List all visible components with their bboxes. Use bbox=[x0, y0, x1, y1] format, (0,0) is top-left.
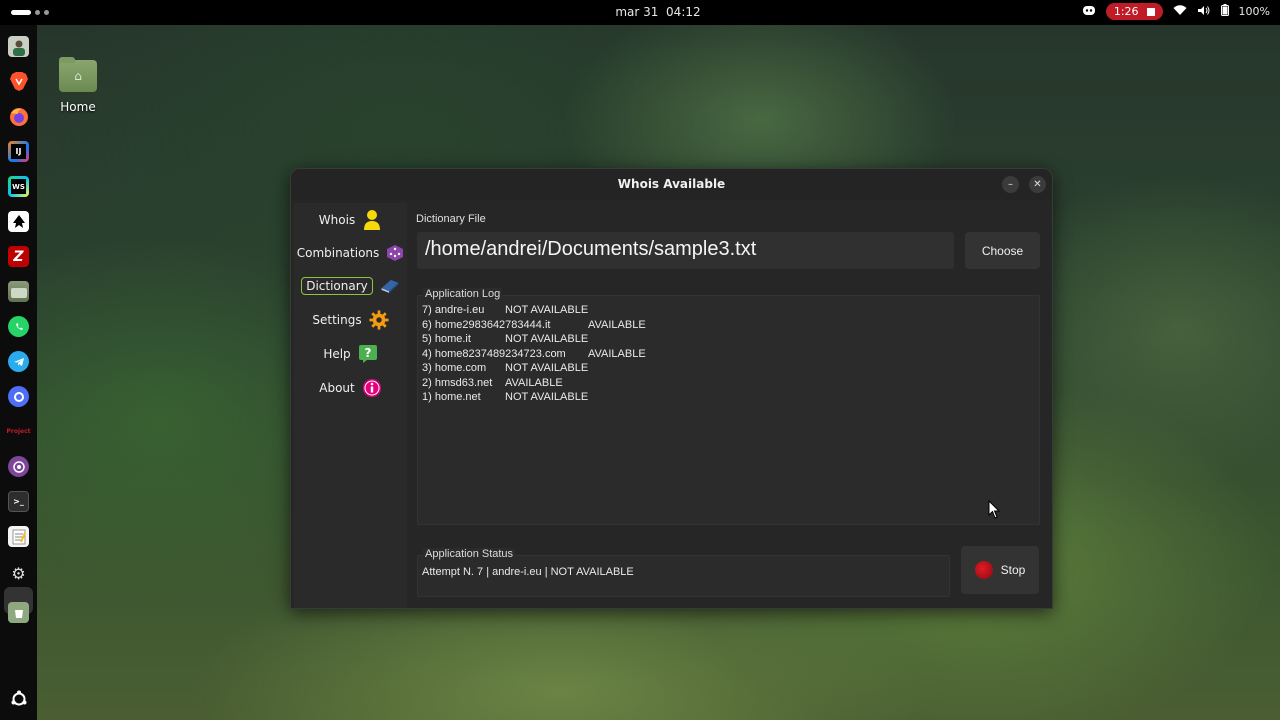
dictionary-file-path: /home/andrei/Documents/sample3.txt bbox=[417, 232, 954, 269]
system-tray[interactable]: 1:26 100% bbox=[1082, 3, 1270, 20]
battery-percent: 100% bbox=[1238, 5, 1270, 18]
trash-icon[interactable] bbox=[8, 602, 29, 623]
application-status-text: Attempt N. 7 | andre-i.eu | NOT AVAILABL… bbox=[422, 566, 634, 578]
window-title: Whois Available bbox=[617, 177, 726, 191]
log-status: NOT AVAILABLE bbox=[505, 333, 589, 345]
log-line: 4) home8237489234723.com AVAILABLE bbox=[422, 348, 646, 363]
sidebar-item-about[interactable]: About bbox=[297, 374, 404, 402]
text-editor-icon[interactable] bbox=[8, 526, 29, 547]
sidebar-item-combinations[interactable]: Combinations bbox=[297, 239, 404, 267]
tor-browser-icon[interactable] bbox=[8, 456, 29, 477]
files-icon[interactable] bbox=[8, 281, 29, 302]
chat-app-icon[interactable] bbox=[8, 386, 29, 407]
log-line: 1) home.net NOT AVAILABLE bbox=[422, 391, 646, 406]
sidebar-item-label: Combinations bbox=[296, 246, 380, 260]
intellij-idea-icon[interactable]: IJ bbox=[8, 141, 29, 162]
telegram-icon[interactable] bbox=[8, 351, 29, 372]
book-icon bbox=[380, 276, 400, 296]
sidebar-item-label: Help bbox=[323, 347, 351, 361]
dictionary-file-label: Dictionary File bbox=[416, 213, 486, 225]
dice-icon bbox=[386, 243, 404, 263]
sidebar-item-label: Whois bbox=[318, 213, 356, 227]
dictionary-panel: Dictionary File /home/andrei/Documents/s… bbox=[410, 203, 1051, 608]
gear-icon bbox=[369, 310, 389, 330]
log-line: 3) home.com NOT AVAILABLE bbox=[422, 362, 646, 377]
sidebar-item-label: About bbox=[319, 381, 355, 395]
choose-button[interactable]: Choose bbox=[965, 232, 1040, 269]
log-domain: 6) home2983642783444.it bbox=[422, 318, 551, 331]
wifi-icon bbox=[1173, 4, 1187, 19]
sidebar-item-help[interactable]: Help ? bbox=[297, 340, 404, 368]
log-line: 2) hmsd63.net AVAILABLE bbox=[422, 377, 646, 392]
dock: IJ WS Z Project >_ ⚙ bbox=[0, 25, 37, 720]
folder-icon: ⌂ bbox=[59, 57, 97, 92]
stop-recording-icon bbox=[1146, 7, 1155, 16]
show-apps-icon[interactable] bbox=[8, 688, 29, 709]
sidebar: Whois Combinations Dictionary Settings H… bbox=[294, 203, 407, 608]
log-domain: 5) home.it bbox=[422, 333, 471, 345]
desktop-home-label: Home bbox=[60, 100, 96, 114]
log-line: 7) andre-i.eu NOT AVAILABLE bbox=[422, 304, 646, 319]
mouse-cursor-icon bbox=[988, 499, 1002, 524]
log-status: NOT AVAILABLE bbox=[505, 304, 589, 316]
log-domain: 2) hmsd63.net bbox=[422, 376, 493, 389]
desktop-home-folder[interactable]: ⌂ Home bbox=[56, 57, 100, 114]
log-status: AVAILABLE bbox=[588, 347, 646, 360]
help-icon: ? bbox=[358, 344, 378, 364]
sidebar-item-dictionary[interactable]: Dictionary bbox=[297, 272, 404, 300]
application-log[interactable]: Application Log 7) andre-i.eu NOT AVAILAB… bbox=[417, 288, 1040, 525]
close-button[interactable]: ✕ bbox=[1029, 176, 1046, 193]
whois-window: Whois Available – ✕ Whois Combinations D… bbox=[290, 168, 1053, 609]
person-icon bbox=[362, 210, 382, 230]
log-status: NOT AVAILABLE bbox=[505, 391, 589, 403]
project-app-label: Project bbox=[6, 428, 31, 435]
log-line: 6) home2983642783444.it AVAILABLE bbox=[422, 319, 646, 334]
clock-time: 04:12 bbox=[666, 5, 701, 19]
webstorm-icon[interactable]: WS bbox=[8, 176, 29, 197]
clock-date: mar 31 bbox=[615, 5, 659, 19]
settings-icon[interactable]: ⚙ bbox=[8, 563, 29, 584]
stop-button[interactable]: Stop bbox=[961, 546, 1039, 594]
avatar-app-icon[interactable] bbox=[8, 36, 29, 57]
log-domain: 1) home.net bbox=[422, 391, 481, 403]
log-domain: 3) home.com bbox=[422, 362, 487, 374]
application-status: Application Status Attempt N. 7 | andre-… bbox=[417, 548, 950, 597]
home-icon: ⌂ bbox=[74, 69, 82, 83]
top-bar: mar 31 04:12 1:26 100% bbox=[0, 0, 1280, 25]
log-line: 5) home.it NOT AVAILABLE bbox=[422, 333, 646, 348]
whatsapp-icon[interactable] bbox=[8, 316, 29, 337]
recording-time: 1:26 bbox=[1113, 5, 1139, 18]
brave-browser-icon[interactable] bbox=[8, 71, 29, 92]
info-icon bbox=[362, 378, 382, 398]
log-status: AVAILABLE bbox=[505, 376, 563, 389]
log-domain: 4) home8237489234723.com bbox=[422, 347, 566, 360]
window-titlebar[interactable]: Whois Available – ✕ bbox=[291, 169, 1052, 200]
sidebar-item-whois[interactable]: Whois bbox=[297, 206, 404, 234]
svg-text:?: ? bbox=[364, 346, 371, 360]
filezilla-icon[interactable]: Z bbox=[8, 246, 29, 267]
application-log-title: Application Log bbox=[423, 288, 503, 300]
firefox-icon[interactable] bbox=[8, 106, 29, 127]
volume-icon bbox=[1197, 5, 1211, 19]
inkscape-icon[interactable] bbox=[8, 211, 29, 232]
stop-icon bbox=[974, 561, 993, 579]
log-lines: 7) andre-i.eu NOT AVAILABLE 6) home298364… bbox=[422, 304, 646, 406]
battery-icon bbox=[1220, 4, 1229, 19]
log-status: AVAILABLE bbox=[588, 318, 646, 331]
stop-button-label: Stop bbox=[1000, 563, 1026, 577]
minimize-button[interactable]: – bbox=[1002, 176, 1019, 193]
log-status: NOT AVAILABLE bbox=[505, 362, 589, 374]
log-domain: 7) andre-i.eu bbox=[422, 304, 485, 316]
project-app-icon[interactable]: Project bbox=[6, 421, 31, 442]
application-status-title: Application Status bbox=[423, 548, 516, 560]
discord-icon[interactable] bbox=[1082, 5, 1096, 19]
screen-recording-indicator[interactable]: 1:26 bbox=[1105, 3, 1163, 20]
sidebar-item-settings[interactable]: Settings bbox=[297, 306, 404, 334]
terminal-icon[interactable]: >_ bbox=[8, 491, 29, 512]
sidebar-item-label: Dictionary bbox=[301, 277, 373, 295]
sidebar-item-label: Settings bbox=[312, 313, 362, 327]
